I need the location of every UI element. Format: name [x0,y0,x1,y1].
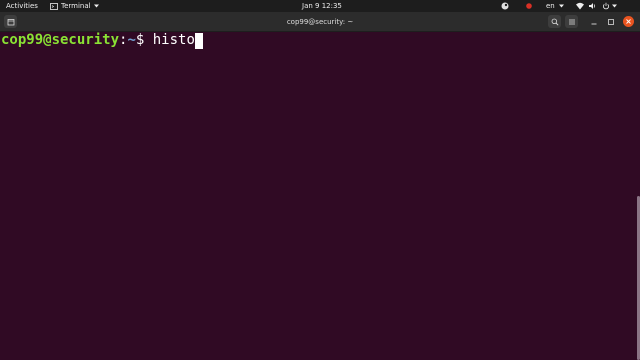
chevron-down-icon[interactable] [612,4,617,8]
chevron-down-icon [558,4,564,8]
search-button[interactable] [548,15,561,28]
menu-button[interactable] [565,15,578,28]
activities-button[interactable]: Activities [6,2,38,10]
top-bar: Activities Terminal Jan 9 12:35 en [0,0,640,12]
prompt-symbol: $ [135,32,153,48]
prompt-path: ~ [127,32,136,48]
prompt-user-host: cop99@security [1,32,120,48]
app-menu[interactable]: Terminal [50,2,99,10]
chevron-down-icon [93,4,99,8]
app-menu-label: Terminal [61,2,91,10]
clock[interactable]: Jan 9 12:35 [302,2,342,10]
language-label: en [546,2,555,10]
minimize-button[interactable] [588,16,599,27]
steam-icon[interactable] [501,2,509,10]
command-input[interactable]: histo [153,32,195,49]
maximize-icon [607,18,614,25]
prompt-colon: : [119,32,128,48]
hamburger-menu-icon [568,19,575,24]
window-title: cop99@security: ~ [286,18,354,26]
maximize-button[interactable] [605,16,616,27]
close-button[interactable] [623,16,634,27]
prompt-line: cop99@security: ~ $ histo [1,32,203,49]
language-selector[interactable]: en [546,2,564,10]
terminal-header-bar: cop99@security: ~ [0,12,640,32]
record-indicator-icon[interactable] [525,2,533,10]
power-icon[interactable] [602,2,610,10]
terminal-app-icon [50,2,58,10]
text-cursor [194,33,203,49]
terminal-output-area[interactable]: cop99@security: ~ $ histo [0,32,640,360]
search-icon [551,18,559,26]
volume-icon[interactable] [588,2,596,10]
minimize-icon [591,23,596,24]
wifi-icon[interactable] [576,2,584,10]
close-icon [626,19,631,24]
